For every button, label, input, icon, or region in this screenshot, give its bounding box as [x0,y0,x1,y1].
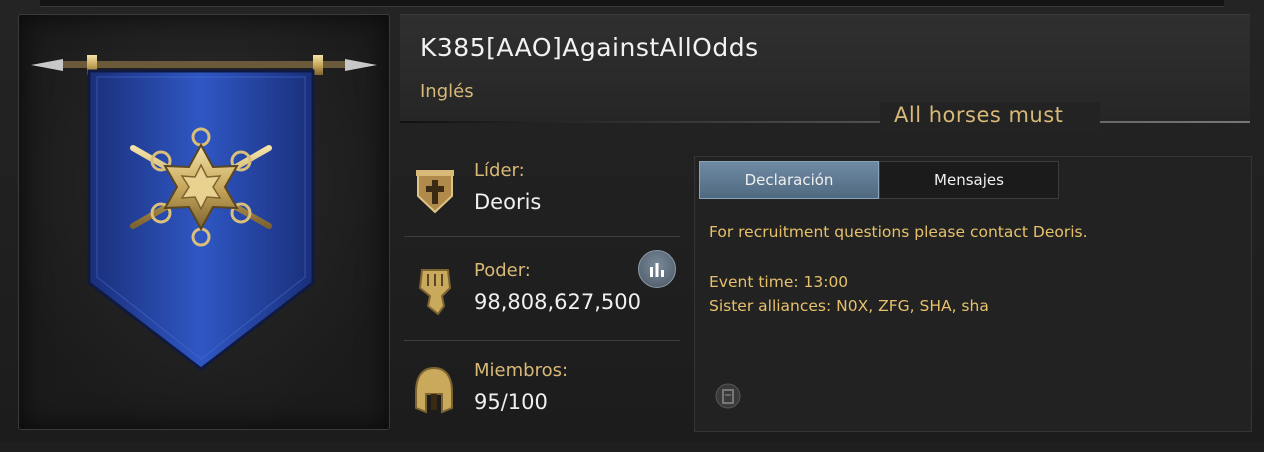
alliance-language: Inglés [420,81,474,102]
declaration-line: For recruitment questions please contact… [709,223,1088,241]
declaration-panel: Declaración Mensajes For recruitment que… [694,156,1252,432]
power-label: Poder: [474,260,531,281]
leader-value: Deoris [474,190,542,214]
stat-divider [404,236,680,237]
stat-divider [404,340,680,341]
declaration-line: Sister alliances: N0X, ZFG, SHA, sha [709,297,989,315]
members-stat: Miembros: 95/100 [404,352,680,452]
chart-icon [650,263,664,277]
header-divider [400,121,1250,123]
alliance-header: K385[AAO]AgainstAllOdds Inglés [400,14,1250,123]
alliance-name: K385[AAO]AgainstAllOdds [420,33,759,62]
leader-label: Líder: [474,160,525,181]
members-value: 95/100 [474,390,548,414]
alliance-motto: All horses must [894,103,1064,127]
tab-declaration[interactable]: Declaración [699,161,879,199]
members-helmet-icon [414,366,454,418]
members-label: Miembros: [474,360,569,381]
leader-stat: Líder: Deoris [404,152,680,252]
tab-messages[interactable]: Mensajes [879,161,1059,199]
edit-icon[interactable] [715,383,741,413]
power-chart-button[interactable] [638,250,676,288]
leader-badge-icon [414,166,456,218]
alliance-banner-panel [18,14,390,430]
alliance-info-window: K385[AAO]AgainstAllOdds Inglés All horse… [0,0,1264,442]
power-value: 98,808,627,500 [474,290,641,314]
top-border [40,0,1224,7]
declaration-line: Event time: 13:00 [709,273,849,291]
power-fist-icon [414,266,456,322]
banner-emblem-icon [31,55,377,371]
